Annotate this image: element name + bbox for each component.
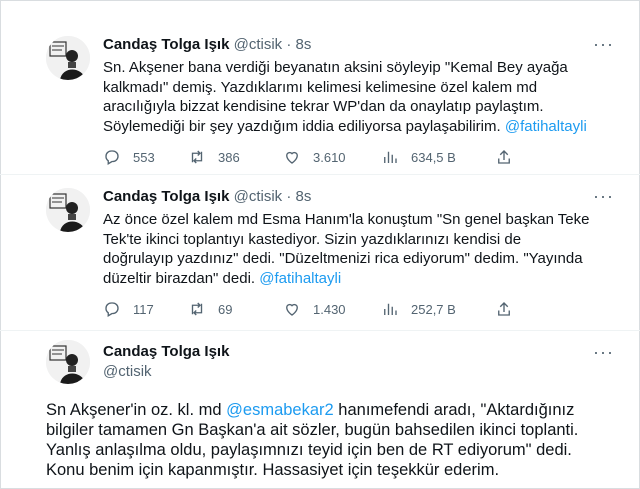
retweet-icon bbox=[191, 302, 203, 316]
more-icon[interactable]: ··· bbox=[593, 186, 614, 207]
author-name[interactable]: Candaş Tolga Işık bbox=[103, 343, 229, 360]
author-handle[interactable]: @ctisik bbox=[234, 36, 283, 53]
author-name[interactable]: Candaş Tolga Işık bbox=[103, 36, 229, 53]
separator: · bbox=[286, 36, 292, 53]
views-button[interactable]: 634,5 B bbox=[381, 148, 456, 166]
tweet-text: Sn Akşener'in oz. kl. md @esmabekar2 han… bbox=[46, 400, 606, 480]
views-icon bbox=[384, 303, 397, 315]
tweet-text: Sn. Akşener bana verdiği beyanatın aksin… bbox=[103, 58, 593, 136]
like-button[interactable]: 1.430 bbox=[283, 300, 346, 318]
like-icon bbox=[286, 303, 298, 316]
tweet-body-start: Sn Akşener'in oz. kl. md bbox=[46, 401, 227, 419]
reply-icon bbox=[105, 302, 119, 317]
mention-link[interactable]: @esmabekar2 bbox=[226, 401, 334, 419]
tweet-text: Az önce özel kalem md Esma Hanım'la konu… bbox=[103, 210, 591, 288]
tweet-body: Sn. Akşener bana verdiği beyanatın aksin… bbox=[103, 59, 568, 135]
retweet-button[interactable]: 69 bbox=[188, 300, 232, 318]
author-handle[interactable]: @ctisik bbox=[234, 188, 283, 205]
like-button[interactable]: 3.610 bbox=[283, 148, 346, 166]
tweet-header: Candaş Tolga Işık @ctisik · 8s bbox=[103, 188, 311, 205]
tweet-body: Az önce özel kalem md Esma Hanım'la konu… bbox=[103, 211, 590, 287]
tweet-time[interactable]: 8s bbox=[296, 188, 312, 205]
avatar[interactable] bbox=[46, 340, 90, 384]
views-button[interactable]: 252,7 B bbox=[381, 300, 456, 318]
reply-button[interactable]: 117 bbox=[103, 300, 154, 318]
retweet-icon bbox=[191, 150, 203, 164]
retweet-button[interactable]: 386 bbox=[188, 148, 240, 166]
reply-count: 117 bbox=[133, 301, 154, 317]
retweet-count: 386 bbox=[218, 149, 240, 165]
separator: · bbox=[286, 188, 292, 205]
views-count: 634,5 B bbox=[411, 149, 456, 165]
divider bbox=[0, 330, 640, 331]
mention-link[interactable]: @fatihaltayli bbox=[259, 270, 341, 287]
avatar[interactable] bbox=[46, 36, 90, 80]
retweet-count: 69 bbox=[218, 301, 233, 317]
like-count: 1.430 bbox=[313, 301, 346, 317]
reply-button[interactable]: 553 bbox=[103, 148, 155, 166]
like-count: 3.610 bbox=[313, 149, 346, 165]
tweet-header: Candaş Tolga Işık @ctisik · 8s bbox=[103, 36, 311, 53]
share-icon bbox=[498, 302, 510, 316]
like-icon bbox=[286, 151, 298, 164]
mention-link[interactable]: @fatihaltayli bbox=[505, 118, 587, 135]
reply-icon bbox=[105, 150, 119, 165]
reply-count: 553 bbox=[133, 149, 155, 165]
avatar[interactable] bbox=[46, 188, 90, 232]
share-button[interactable] bbox=[495, 148, 513, 166]
more-icon[interactable]: ··· bbox=[593, 34, 614, 55]
author-handle[interactable]: @ctisik bbox=[103, 363, 152, 380]
share-icon bbox=[498, 150, 510, 164]
divider bbox=[0, 174, 640, 175]
share-button[interactable] bbox=[495, 300, 513, 318]
author-name[interactable]: Candaş Tolga Işık bbox=[103, 188, 229, 205]
tweet-actions: 553 386 3.610 634,5 B bbox=[103, 148, 603, 168]
views-count: 252,7 B bbox=[411, 301, 456, 317]
tweet-time[interactable]: 8s bbox=[296, 36, 312, 53]
tweet-actions: 117 69 1.430 252,7 B bbox=[103, 300, 603, 320]
views-icon bbox=[384, 151, 397, 163]
more-icon[interactable]: ··· bbox=[593, 342, 614, 363]
